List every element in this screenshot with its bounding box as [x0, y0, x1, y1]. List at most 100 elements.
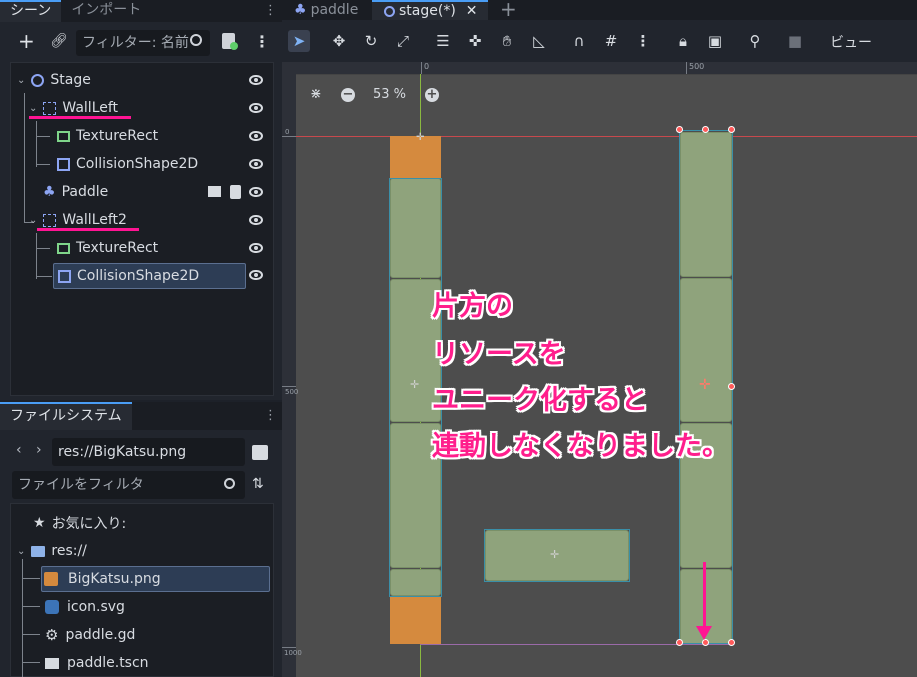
nav-back-icon[interactable]: ‹ — [16, 442, 22, 458]
visibility-eye-icon[interactable] — [249, 103, 263, 113]
smart-snap-icon[interactable]: ∩ — [568, 30, 590, 52]
lock-icon[interactable]: 🔒︎ — [672, 30, 694, 52]
character-body-icon: ♣︎ — [43, 184, 56, 200]
ruler-label: 0 — [285, 128, 290, 136]
tab-label: stage(*) — [399, 3, 456, 19]
pivot-tool-icon[interactable]: ✜ — [464, 30, 486, 52]
visibility-eye-icon[interactable] — [249, 187, 263, 197]
add-node-icon[interactable]: + — [18, 31, 35, 51]
chevron-down-icon[interactable]: ⌄ — [29, 215, 37, 226]
canvas-viewport[interactable]: 0 500 0 500 1000 ⋇ − 53 % + ✛ ✛ ✛ ✛ 片方の … — [282, 62, 917, 677]
fs-item-icon-svg[interactable]: icon.svg — [45, 594, 125, 620]
resize-handle[interactable] — [676, 126, 683, 133]
zoom-in-icon[interactable]: + — [425, 88, 439, 102]
nav-forward-icon[interactable]: › — [36, 442, 42, 458]
dock-menu-icon[interactable]: ⋮ — [264, 408, 277, 423]
fs-tabbar: ファイルシステム ⋮ — [0, 402, 282, 430]
new-tab-icon[interactable]: + — [500, 0, 517, 21]
fs-item-paddle-tscn[interactable]: paddle.tscn — [45, 650, 149, 676]
tab-import[interactable]: インポート — [61, 0, 151, 22]
static-body-icon — [43, 101, 57, 115]
add-script-badge-icon — [230, 42, 238, 50]
fs-item-paddle-gd[interactable]: ⚙ paddle.gd — [45, 622, 135, 648]
tree-line — [22, 606, 40, 607]
annotation-text: ユニーク化すると — [432, 385, 648, 416]
resize-handle[interactable] — [728, 383, 735, 390]
move-tool-icon[interactable]: ✥ — [328, 30, 350, 52]
sort-icon[interactable]: ⇅ — [252, 476, 264, 492]
camera-icon[interactable]: ■ — [784, 30, 806, 52]
pivot-icon: ✛ — [410, 378, 420, 391]
tree-line — [36, 121, 37, 167]
group-icon[interactable]: ▣ — [704, 30, 726, 52]
fs-path-input[interactable]: res://BigKatsu.png — [52, 438, 245, 466]
fs-item-favorites[interactable]: ★ お気に入り: — [33, 510, 126, 536]
image-icon — [44, 572, 58, 586]
resize-handle[interactable] — [728, 639, 735, 646]
tree-item-texturerect[interactable]: TextureRect — [57, 123, 273, 149]
tree-item-collisionshape[interactable]: CollisionShape2D — [57, 151, 273, 177]
wall-left-bottom-wood — [390, 596, 441, 644]
link-icon[interactable]: 🔗︎ — [50, 33, 68, 49]
chevron-down-icon[interactable]: ⌄ — [17, 546, 25, 557]
tab-filesystem[interactable]: ファイルシステム — [0, 402, 132, 430]
tab-paddle[interactable]: ♣︎ paddle — [282, 0, 366, 20]
annotation-arrowhead — [696, 626, 712, 640]
tree-item-stage[interactable]: ⌄ Stage — [17, 67, 273, 93]
tree-item-label: Stage — [50, 72, 91, 88]
visibility-eye-icon[interactable] — [249, 270, 263, 280]
tree-item-label: CollisionShape2D — [77, 268, 200, 284]
dock-menu-icon[interactable]: ⋮ — [264, 3, 277, 18]
resize-handle[interactable] — [728, 126, 735, 133]
annotation-text: 片方の — [432, 291, 513, 322]
script-icon[interactable] — [230, 185, 241, 199]
list-select-icon[interactable]: ☰ — [432, 30, 454, 52]
scale-tool-icon[interactable]: ⤢ — [392, 30, 414, 52]
fs-item-label: icon.svg — [67, 599, 125, 615]
visibility-eye-icon[interactable] — [249, 159, 263, 169]
zoom-out-icon[interactable]: − — [341, 88, 355, 102]
tree-line — [36, 136, 50, 137]
chevron-down-icon[interactable]: ⌄ — [29, 103, 37, 114]
tree-item-collisionshape-selected[interactable]: CollisionShape2D — [53, 263, 246, 289]
skeleton-icon[interactable]: ⚲ — [744, 30, 766, 52]
fs-item-res[interactable]: ⌄ res:// — [17, 538, 87, 564]
visibility-eye-icon[interactable] — [249, 243, 263, 253]
tab-scene[interactable]: シーン — [0, 0, 62, 22]
ruler-tick — [282, 386, 296, 387]
open-scene-icon[interactable] — [208, 186, 221, 197]
tree-line — [36, 164, 50, 165]
snap-options-icon[interactable]: ⋮ — [632, 30, 654, 52]
tree-line — [22, 559, 23, 677]
grid-snap-icon[interactable]: # — [600, 30, 622, 52]
visibility-eye-icon[interactable] — [249, 75, 263, 85]
filesystem-dock: ファイルシステム ⋮ ‹ › res://BigKatsu.png ファイルをフ… — [0, 402, 282, 677]
center-view-icon[interactable]: ⋇ — [310, 86, 322, 102]
fs-item-label: お気に入り: — [51, 516, 127, 532]
tree-item-texturerect[interactable]: TextureRect — [57, 235, 273, 261]
fs-item-label: paddle.gd — [65, 627, 136, 643]
fs-tree: ★ お気に入り: ⌄ res:// BigKatsu.png icon.svg … — [10, 503, 274, 677]
resize-handle[interactable] — [702, 639, 709, 646]
view-menu-button[interactable]: ビュー — [830, 32, 872, 52]
split-view-icon[interactable] — [252, 445, 268, 460]
zoom-level[interactable]: 53 % — [373, 87, 406, 102]
select-tool-icon[interactable]: ➤ — [288, 30, 310, 52]
resize-handle[interactable] — [702, 126, 709, 133]
pan-tool-icon[interactable]: ✋︎ — [496, 30, 518, 52]
chevron-down-icon[interactable]: ⌄ — [17, 75, 25, 86]
tree-item-label: WallLeft2 — [62, 212, 127, 228]
fs-item-bigkatsu[interactable]: BigKatsu.png — [41, 566, 270, 592]
scene-menu-icon[interactable]: ⋮ — [254, 32, 270, 51]
ruler-tool-icon[interactable]: ◺ — [528, 30, 550, 52]
tree-item-paddle[interactable]: ♣︎ Paddle — [43, 179, 273, 205]
resize-handle[interactable] — [676, 639, 683, 646]
close-icon[interactable]: ✕ — [466, 3, 478, 19]
node2d-icon — [384, 5, 395, 17]
tree-line — [36, 276, 52, 277]
fs-filter-input[interactable]: ファイルをフィルタ — [12, 471, 245, 499]
rotate-tool-icon[interactable]: ↻ — [360, 30, 382, 52]
visibility-eye-icon[interactable] — [249, 215, 263, 225]
visibility-eye-icon[interactable] — [249, 131, 263, 141]
tab-stage[interactable]: stage(*) ✕ — [372, 0, 488, 20]
